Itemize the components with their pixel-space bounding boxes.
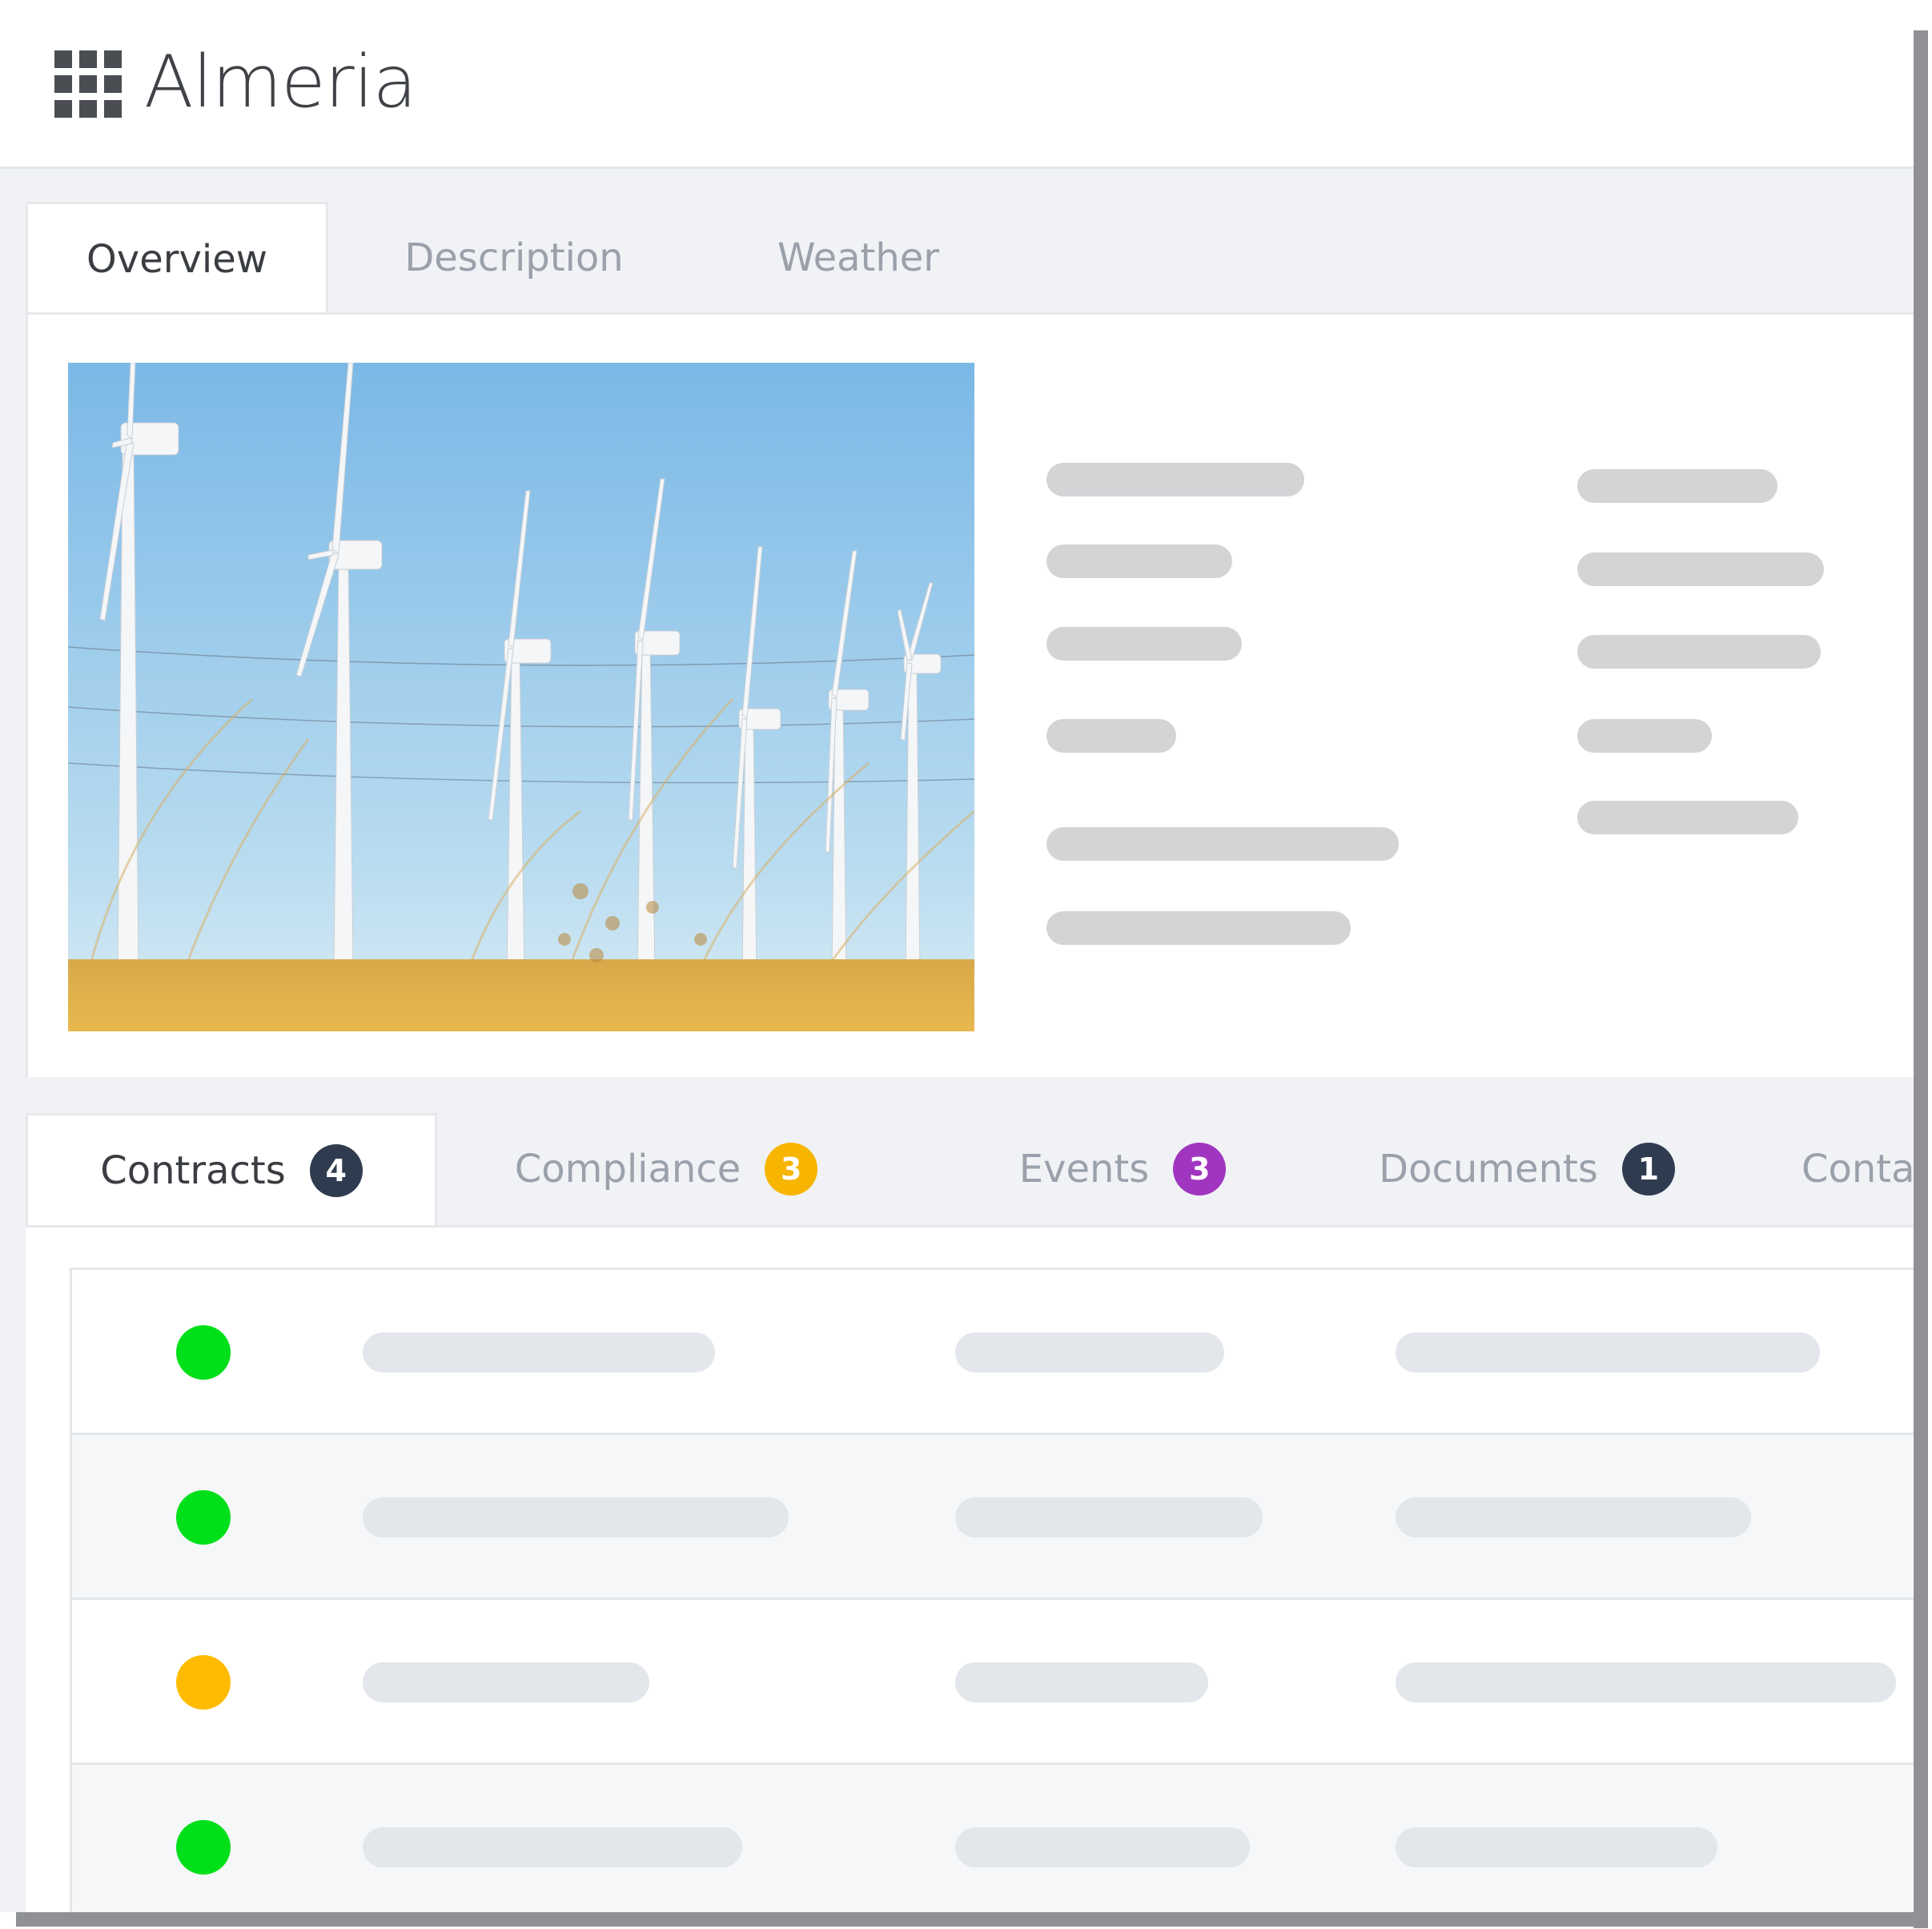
tab-compliance[interactable]: Compliance 3 xyxy=(498,1113,834,1225)
detail-placeholder xyxy=(1577,469,1777,503)
tab-contacts-label: Conta xyxy=(1801,1147,1914,1192)
status-indicator xyxy=(176,1490,231,1545)
table-row[interactable] xyxy=(72,1435,1914,1600)
detail-placeholder xyxy=(1577,801,1798,834)
detail-placeholder xyxy=(1577,719,1712,753)
window-shadow xyxy=(1914,30,1928,1928)
tab-overview-label: Overview xyxy=(86,236,267,282)
table-row[interactable] xyxy=(72,1600,1914,1765)
tab-events-label: Events xyxy=(1018,1147,1150,1192)
tab-documents[interactable]: Documents 1 xyxy=(1359,1113,1695,1225)
cell-placeholder xyxy=(1396,1497,1751,1537)
tab-documents-label: Documents xyxy=(1379,1147,1598,1192)
tab-contracts-label: Contracts xyxy=(100,1147,286,1193)
status-indicator xyxy=(176,1325,231,1380)
status-indicator xyxy=(176,1655,231,1710)
cell-placeholder xyxy=(1396,1827,1717,1867)
tab-overview[interactable]: Overview xyxy=(26,202,328,314)
detail-placeholder xyxy=(1046,627,1242,661)
tab-contracts[interactable]: Contracts 4 xyxy=(26,1113,437,1225)
detail-placeholder xyxy=(1046,911,1351,945)
wind-farm-photo xyxy=(68,363,974,1031)
cell-placeholder xyxy=(955,1827,1250,1867)
window-shadow xyxy=(16,1912,1928,1927)
detail-placeholder xyxy=(1046,545,1232,578)
compliance-count-badge: 3 xyxy=(765,1143,818,1196)
contracts-count-badge: 4 xyxy=(309,1143,363,1197)
overview-tabbar: Overview Description Weather xyxy=(26,202,1914,314)
detail-placeholder xyxy=(1046,827,1399,861)
detail-placeholder xyxy=(1577,553,1824,586)
cell-placeholder xyxy=(1396,1332,1820,1372)
events-count-badge: 3 xyxy=(1173,1143,1227,1196)
cell-placeholder xyxy=(955,1662,1208,1702)
cell-placeholder xyxy=(1396,1662,1896,1702)
detail-placeholder xyxy=(1577,635,1821,669)
tab-compliance-label: Compliance xyxy=(514,1147,741,1192)
cell-placeholder xyxy=(363,1662,649,1702)
cell-placeholder xyxy=(363,1497,789,1537)
cell-placeholder xyxy=(955,1332,1224,1372)
table-row[interactable] xyxy=(72,1270,1914,1435)
cell-placeholder xyxy=(363,1827,742,1867)
contracts-panel xyxy=(26,1225,1914,1912)
status-indicator xyxy=(176,1820,231,1875)
tab-events[interactable]: Events 3 xyxy=(994,1113,1251,1225)
documents-count-badge: 1 xyxy=(1621,1143,1675,1196)
page-title: Almeria xyxy=(144,40,417,124)
overview-panel xyxy=(26,312,1914,1077)
app-header: Almeria xyxy=(0,0,1914,169)
cell-placeholder xyxy=(955,1497,1263,1537)
records-tabbar: Contracts 4 Compliance 3 Events 3 Docume… xyxy=(26,1113,1914,1225)
tab-description[interactable]: Description xyxy=(378,202,650,314)
tab-description-label: Description xyxy=(404,235,624,280)
tab-contacts[interactable]: Conta xyxy=(1801,1113,1914,1225)
detail-placeholder xyxy=(1046,463,1304,496)
tab-weather-label: Weather xyxy=(777,235,940,280)
tab-weather[interactable]: Weather xyxy=(754,202,962,314)
table-row[interactable] xyxy=(72,1765,1914,1912)
cell-placeholder xyxy=(363,1332,715,1372)
app-grid-icon[interactable] xyxy=(54,50,122,118)
app-window: Almeria Overview Description Weather Con… xyxy=(0,0,1914,1912)
contracts-table xyxy=(70,1268,1914,1912)
detail-placeholder xyxy=(1046,719,1176,753)
